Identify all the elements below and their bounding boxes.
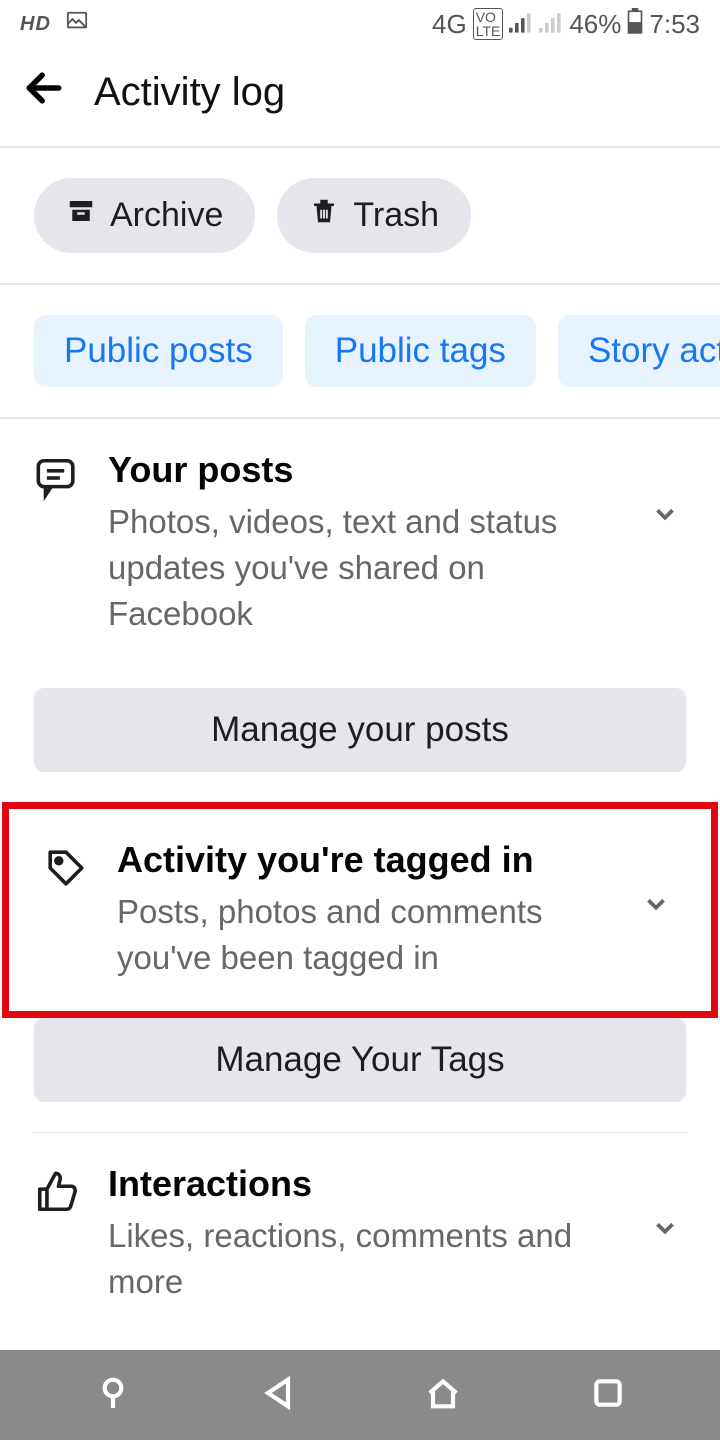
section-interactions[interactable]: Interactions Likes, reactions, comments … [0, 1133, 720, 1325]
archive-label: Archive [110, 196, 223, 235]
picture-icon [63, 10, 91, 39]
battery-icon [627, 8, 643, 41]
trash-icon [309, 196, 339, 235]
action-pill-row: Archive Trash [0, 148, 720, 283]
like-icon [34, 1163, 80, 1220]
chevron-down-icon [650, 1163, 686, 1248]
filter-public-tags[interactable]: Public tags [305, 315, 536, 387]
archive-icon [66, 196, 96, 235]
tagged-desc: Posts, photos and comments you've been t… [117, 889, 613, 981]
interactions-desc: Likes, reactions, comments and more [108, 1213, 622, 1305]
section-your-posts[interactable]: Your posts Photos, videos, text and stat… [0, 419, 720, 658]
archive-button[interactable]: Archive [34, 178, 255, 253]
battery-percent: 46% [569, 9, 621, 40]
signal-icon [509, 9, 533, 40]
tag-icon [43, 839, 89, 896]
tagged-title: Activity you're tagged in [117, 839, 613, 881]
section-tagged[interactable]: Activity you're tagged in Posts, photos … [9, 809, 711, 1001]
nav-home-icon[interactable] [423, 1373, 463, 1418]
posts-icon [34, 449, 80, 506]
filter-public-posts[interactable]: Public posts [34, 315, 283, 387]
chevron-down-icon [650, 449, 686, 534]
system-nav-bar [0, 1350, 720, 1440]
trash-label: Trash [353, 196, 439, 235]
clock: 7:53 [649, 9, 700, 40]
filter-story-activity[interactable]: Story acti [558, 315, 720, 387]
chevron-down-icon [641, 839, 677, 924]
manage-posts-button[interactable]: Manage your posts [34, 688, 686, 772]
trash-button[interactable]: Trash [277, 178, 471, 253]
your-posts-title: Your posts [108, 449, 622, 491]
back-arrow-icon[interactable] [22, 66, 66, 118]
hd-indicator: HD [20, 13, 51, 36]
network-indicator: 4G [432, 9, 467, 40]
signal-icon-2 [539, 9, 563, 40]
your-posts-desc: Photos, videos, text and status updates … [108, 499, 622, 638]
volte-icon: VOLTE [473, 8, 504, 40]
manage-tags-button[interactable]: Manage Your Tags [34, 1018, 686, 1102]
interactions-title: Interactions [108, 1163, 622, 1205]
filter-chip-row[interactable]: Public posts Public tags Story acti [0, 285, 720, 417]
page-title: Activity log [94, 70, 285, 115]
app-header: Activity log [0, 48, 720, 146]
nav-recent-icon[interactable] [588, 1373, 628, 1418]
nav-back-icon[interactable] [258, 1373, 298, 1418]
highlight-annotation: Activity you're tagged in Posts, photos … [2, 802, 718, 1018]
status-bar: HD 4G VOLTE 46% 7:53 [0, 0, 720, 48]
nav-assistant-icon[interactable] [93, 1373, 133, 1418]
